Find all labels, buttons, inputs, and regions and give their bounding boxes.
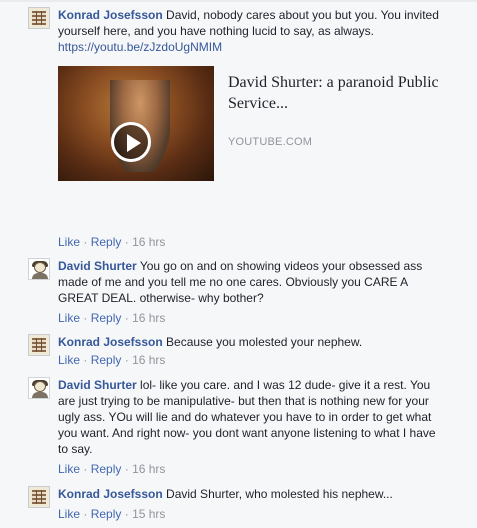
separator: · (124, 507, 129, 521)
face-avatar-icon[interactable] (28, 258, 50, 280)
face-avatar-icon[interactable] (28, 377, 50, 399)
like-link[interactable]: Like (58, 311, 80, 325)
timestamp[interactable]: 16 hrs (132, 235, 165, 249)
comment-text: David Shurter, who molested his nephew..… (166, 487, 393, 501)
comment-body: Konrad Josefsson David Shurter, who mole… (58, 486, 448, 502)
comment-body: David Shurter You go on and on showing v… (58, 258, 448, 306)
ladder-avatar-icon[interactable] (28, 334, 50, 356)
link-preview-card[interactable]: David Shurter: a paranoid Public Service… (58, 66, 463, 181)
ladder-avatar-icon[interactable] (28, 7, 50, 29)
timestamp[interactable]: 16 hrs (132, 311, 165, 325)
comment-actions: Like · Reply · 16 hrs (58, 461, 165, 477)
separator: · (83, 235, 88, 249)
comment-actions: Like · Reply · 16 hrs (58, 310, 165, 326)
separator: · (124, 235, 129, 249)
separator: · (83, 462, 88, 476)
timestamp[interactable]: 15 hrs (132, 507, 165, 521)
comment-text: Because you molested your nephew. (166, 335, 363, 349)
separator: · (83, 507, 88, 521)
comment-actions: Like · Reply · 15 hrs (58, 506, 165, 522)
separator: · (124, 462, 129, 476)
comment-body: Konrad Josefsson Because you molested yo… (58, 334, 448, 350)
like-link[interactable]: Like (58, 507, 80, 521)
comment-link[interactable]: https://youtu.be/zJzdoUgNMIM (58, 40, 222, 54)
comment-actions: Like · Reply · 16 hrs (58, 352, 165, 368)
comment-author[interactable]: Konrad Josefsson (58, 487, 163, 501)
comment-author[interactable]: Konrad Josefsson (58, 335, 163, 349)
separator: · (83, 353, 88, 367)
reply-link[interactable]: Reply (91, 507, 122, 521)
top-divider (0, 0, 477, 2)
comment-author[interactable]: David Shurter (58, 378, 137, 392)
comment-body: Konrad Josefsson David, nobody cares abo… (58, 7, 448, 55)
separator: · (83, 311, 88, 325)
reply-link[interactable]: Reply (91, 235, 122, 249)
comment-author[interactable]: David Shurter (58, 259, 137, 273)
video-thumbnail[interactable] (58, 66, 214, 181)
reply-link[interactable]: Reply (91, 353, 122, 367)
separator: · (124, 353, 129, 367)
reply-link[interactable]: Reply (91, 462, 122, 476)
comment-actions: Like · Reply · 16 hrs (58, 234, 165, 250)
like-link[interactable]: Like (58, 353, 80, 367)
preview-title[interactable]: David Shurter: a paranoid Public Service… (228, 72, 453, 114)
ladder-avatar-icon[interactable] (28, 486, 50, 508)
like-link[interactable]: Like (58, 462, 80, 476)
timestamp[interactable]: 16 hrs (132, 462, 165, 476)
timestamp[interactable]: 16 hrs (132, 353, 165, 367)
play-button-icon[interactable] (111, 122, 151, 162)
like-link[interactable]: Like (58, 235, 80, 249)
reply-link[interactable]: Reply (91, 311, 122, 325)
comment-body: David Shurter lol- like you care. and I … (58, 377, 448, 457)
comment-author[interactable]: Konrad Josefsson (58, 8, 163, 22)
separator: · (124, 311, 129, 325)
preview-source: YOUTUBE.COM (228, 136, 313, 148)
